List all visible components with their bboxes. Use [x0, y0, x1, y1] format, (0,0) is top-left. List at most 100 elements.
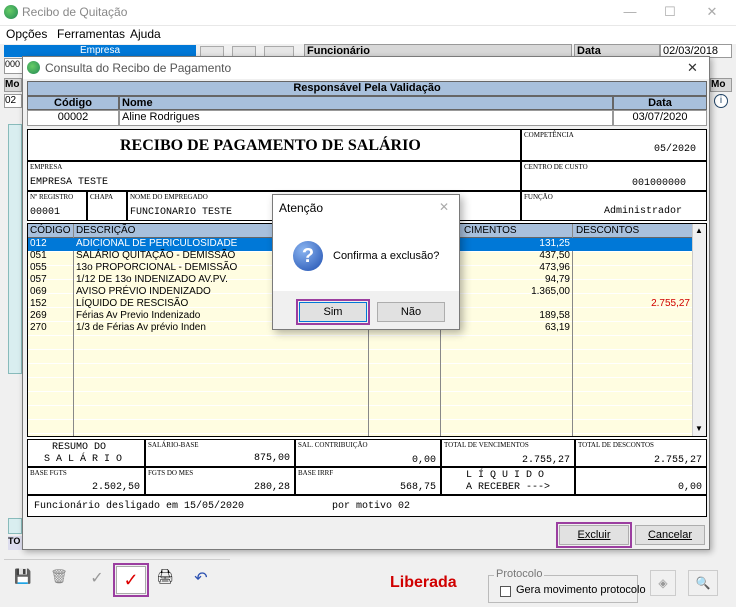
row-codigo: 069	[30, 286, 47, 297]
validation-codigo: 00002	[27, 110, 119, 126]
fgts-mes-cell: FGTS DO MES 280,28	[145, 467, 295, 495]
row-vencimento: 94,79	[544, 274, 570, 285]
confirm-message: Confirma a exclusão?	[333, 250, 440, 262]
resumo-line1: RESUMO DO	[52, 442, 107, 453]
total-venc: 2.755,27	[521, 455, 570, 466]
menu-ajuda[interactable]: Ajuda	[130, 27, 161, 41]
liquido-label-cell: L Í Q U I D O A RECEBER --->	[441, 467, 575, 495]
sim-button[interactable]: Sim	[296, 299, 370, 325]
info-icon[interactable]: i	[714, 94, 728, 108]
validate-check-button[interactable]: ✓	[113, 563, 149, 597]
total-desc: 2.755,27	[653, 455, 702, 466]
protocolo-title: Protocolo	[494, 568, 545, 580]
dialog-close-icon[interactable]: ✕	[687, 60, 698, 76]
funcao-label: FUNÇÃO	[524, 193, 553, 201]
left-list-bottom	[8, 518, 22, 534]
chapa-cell: CHAPA	[87, 191, 127, 221]
validation-col-data: Data	[613, 96, 707, 110]
row-codigo: 051	[30, 250, 47, 261]
print-button[interactable]: 🖨	[152, 568, 178, 592]
row-codigo: 269	[30, 310, 47, 321]
validation-nome: Aline Rodrigues	[119, 110, 613, 126]
row-vencimento: 189,58	[539, 310, 570, 321]
excluir-button[interactable]: Excluir	[556, 522, 632, 548]
confirm-close-icon[interactable]: ✕	[439, 200, 449, 214]
salario-base-cell: SALÁRIO-BASE 875,00	[145, 439, 295, 467]
centro-label: CENTRO DE CUSTO	[524, 163, 588, 171]
competencia-label: COMPETÊNCIA	[524, 131, 574, 139]
gera-movimento-checkbox[interactable]	[500, 586, 511, 597]
status-label: Liberada	[390, 574, 457, 591]
row-codigo: 270	[30, 322, 47, 333]
chapa-label: CHAPA	[90, 193, 114, 201]
maximize-icon[interactable]: ☐	[660, 4, 680, 22]
row-descricao: AVISO PRÉVIO INDENIZADO	[76, 286, 211, 297]
sal-contrib-label: SAL. CONTRIBUIÇÃO	[298, 441, 368, 449]
centro-cell: CENTRO DE CUSTO 001000000	[521, 161, 707, 191]
base-fgts-label: BASE FGTS	[30, 469, 67, 477]
empresa-label: EMPRESA	[30, 163, 63, 171]
row-codigo: 152	[30, 298, 47, 309]
undo-button[interactable]: ↶	[188, 568, 214, 592]
cancelar-button[interactable]: Cancelar	[635, 525, 705, 545]
row-codigo: 055	[30, 262, 47, 273]
nome-empregado: FUNCIONARIO TESTE	[130, 207, 233, 218]
competencia: 05/2020	[653, 144, 696, 155]
scroll-down-icon[interactable]: ▼	[695, 424, 703, 433]
scroll-up-icon[interactable]: ▲	[695, 226, 703, 235]
fgts-mes-label: FGTS DO MES	[148, 469, 194, 477]
confirm-dialog: Atenção ✕ ? Confirma a exclusão? Sim Não	[272, 194, 460, 330]
total-desc-cell: TOTAL DE DESCONTOS 2.755,27	[575, 439, 707, 467]
sal-contrib: 0,00	[411, 455, 436, 466]
row-vencimento: 473,96	[539, 262, 570, 273]
confirm-check-button[interactable]: ✓	[84, 568, 110, 592]
base-fgts-cell: BASE FGTS 2.502,50	[27, 467, 145, 495]
gera-movimento-label: Gera movimento protocolo	[516, 584, 646, 596]
row-codigo: 012	[30, 238, 47, 249]
empresa: EMPRESA TESTE	[30, 177, 109, 188]
nome-label: NOME DO EMPREGADO	[130, 193, 208, 201]
main-titlebar: Recibo de Quitação — ☐ ✕	[0, 0, 736, 26]
col-descricao: DESCRIÇÃO	[76, 225, 136, 236]
dialog-app-icon	[27, 61, 40, 74]
close-icon[interactable]: ✕	[702, 4, 722, 22]
settings-icon[interactable]: ◈	[650, 570, 676, 596]
base-irrf-cell: BASE IRRF 568,75	[295, 467, 441, 495]
dialog-titlebar: Consulta do Recibo de Pagamento ✕	[23, 57, 709, 79]
resumo-cell: RESUMO DO S A L Á R I O	[27, 439, 145, 467]
empresa-field[interactable]: 000	[4, 58, 24, 74]
left-column-field: 02	[4, 94, 22, 108]
menu-opcoes[interactable]: Opções	[6, 27, 47, 41]
centro: 001000000	[631, 178, 686, 189]
items-scrollbar[interactable]: ▲ ▼	[692, 224, 706, 436]
save-button[interactable]: 💾	[10, 568, 36, 592]
total-venc-cell: TOTAL DE VENCIMENTOS 2.755,27	[441, 439, 575, 467]
menu-ferramentas[interactable]: Ferramentas	[57, 27, 125, 41]
delete-button[interactable]: 🗑	[46, 568, 72, 592]
window-title: Recibo de Quitação	[22, 5, 128, 19]
total-desc-label: TOTAL DE DESCONTOS	[578, 441, 654, 449]
registro-label: Nº REGISTRO	[30, 193, 74, 201]
row-descricao: SALÁRIO QUITAÇÃO - DEMISSÃO	[76, 250, 236, 261]
base-irrf: 568,75	[399, 482, 436, 493]
nao-button[interactable]: Não	[377, 302, 445, 322]
liquido: 0,00	[677, 482, 702, 493]
receipt-title: RECIBO DE PAGAMENTO DE SALÁRIO	[120, 137, 421, 154]
competencia-cell: COMPETÊNCIA 05/2020	[521, 129, 707, 161]
minimize-icon[interactable]: —	[620, 4, 640, 22]
base-irrf-label: BASE IRRF	[298, 469, 334, 477]
empresa-cell: EMPRESA EMPRESA TESTE	[27, 161, 521, 191]
left-list-total: TO	[8, 536, 22, 550]
row-descricao: ADICIONAL DE PERICULOSIDADE	[76, 238, 238, 249]
row-codigo: 057	[30, 274, 47, 285]
base-fgts: 2.502,50	[91, 482, 140, 493]
menubar: Opções Ferramentas Ajuda	[0, 26, 736, 44]
row-vencimento: 131,25	[539, 238, 570, 249]
col-descontos: DESCONTOS	[576, 225, 640, 236]
search-icon[interactable]: 🔍	[688, 570, 718, 596]
resumo-line2: S A L Á R I O	[44, 454, 123, 465]
right-column-header: Mo	[710, 78, 732, 92]
col-vencimentos: CIMENTOS	[464, 225, 517, 236]
funcao-cell: FUNÇÃO Administrador	[521, 191, 707, 221]
liquido-line1: L Í Q U I D O	[466, 470, 545, 481]
